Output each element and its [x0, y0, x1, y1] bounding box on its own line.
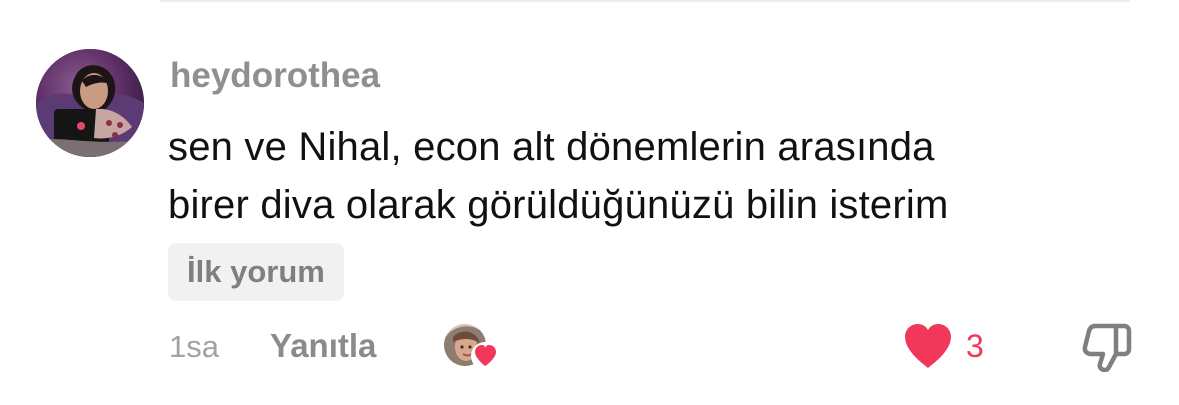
thumbs-down-icon [1082, 323, 1132, 373]
top-divider [160, 0, 1130, 2]
comment-text: sen ve Nihal, econ alt dönemlerin arasın… [168, 118, 1128, 234]
like-button[interactable] [902, 322, 954, 370]
like-count: 3 [966, 328, 984, 364]
user-avatar[interactable] [36, 49, 144, 157]
comment-text-line-1: sen ve Nihal, econ alt dönemlerin arasın… [168, 125, 935, 169]
creator-liked-indicator [443, 322, 501, 372]
dislike-button[interactable] [1080, 322, 1134, 373]
avatar-image [36, 49, 144, 157]
comment-text-line-2: birer diva olarak görüldüğünüzü bilin is… [168, 183, 949, 227]
heart-icon [905, 324, 951, 368]
comment-username[interactable]: heydorothea [170, 54, 380, 98]
comment-timestamp: 1sa [169, 329, 219, 364]
reply-button[interactable]: Yanıtla [270, 325, 376, 367]
first-comment-badge: İlk yorum [168, 243, 344, 301]
creator-liked-avatar-heart-icon [444, 324, 499, 370]
